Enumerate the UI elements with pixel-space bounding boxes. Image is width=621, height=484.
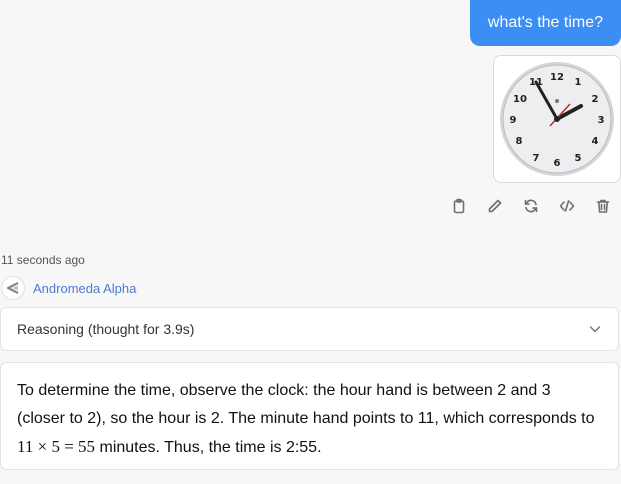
- attached-clock-image[interactable]: 12 1 2 3 4 5 6 7 8 9 10 11: [493, 55, 621, 183]
- refresh-icon: [524, 199, 538, 213]
- pencil-icon: [488, 199, 502, 213]
- copy-button[interactable]: [449, 196, 469, 216]
- svg-text:3: 3: [598, 115, 605, 126]
- reasoning-label: Reasoning (thought for 3.9s): [17, 321, 195, 337]
- model-avatar: [1, 276, 25, 300]
- user-message-text: what's the time?: [487, 14, 603, 31]
- clock-face-image: 12 1 2 3 4 5 6 7 8 9 10 11: [500, 62, 614, 176]
- trash-icon: [596, 199, 610, 213]
- svg-text:5: 5: [575, 153, 582, 164]
- svg-text:10: 10: [513, 94, 527, 105]
- model-attribution: Andromeda Alpha: [1, 276, 136, 300]
- regenerate-button[interactable]: [521, 196, 541, 216]
- code-icon: [559, 200, 575, 212]
- user-message-bubble: what's the time?: [469, 0, 621, 46]
- svg-text:6: 6: [554, 158, 561, 169]
- model-name-link[interactable]: Andromeda Alpha: [33, 281, 136, 296]
- edit-button[interactable]: [485, 196, 505, 216]
- svg-text:1: 1: [575, 77, 582, 88]
- answer-text-2: minutes. Thus, the time is 2:55.: [95, 439, 322, 456]
- svg-text:8: 8: [516, 136, 523, 147]
- response-timestamp: 11 seconds ago: [1, 253, 85, 267]
- message-actions: [449, 196, 613, 216]
- svg-text:7: 7: [533, 153, 540, 164]
- svg-text:4: 4: [592, 136, 599, 147]
- assistant-answer: To determine the time, observe the clock…: [0, 362, 619, 470]
- svg-text:9: 9: [510, 115, 517, 126]
- svg-text:12: 12: [550, 72, 564, 83]
- answer-math: 11 × 5 = 55: [17, 437, 96, 456]
- delete-button[interactable]: [593, 196, 613, 216]
- svg-text:2: 2: [592, 94, 599, 105]
- reasoning-toggle[interactable]: Reasoning (thought for 3.9s): [0, 307, 619, 351]
- model-logo-icon: [6, 282, 19, 294]
- view-code-button[interactable]: [557, 196, 577, 216]
- chevron-down-icon: [589, 326, 601, 333]
- clipboard-icon: [453, 198, 465, 214]
- answer-text-1: To determine the time, observe the clock…: [17, 382, 595, 427]
